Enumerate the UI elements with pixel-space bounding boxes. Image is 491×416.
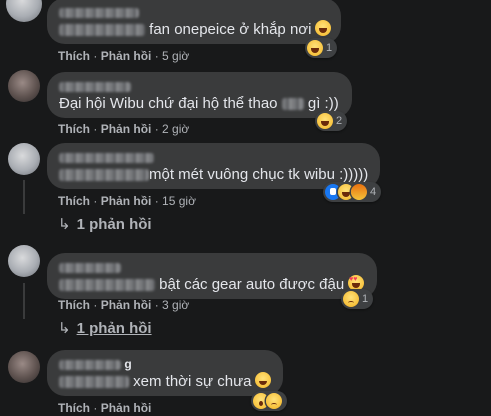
laughing-emoji-icon — [315, 20, 332, 36]
comment-text: xem thời sự chưa — [59, 372, 272, 392]
comment-bubble: Đại hội Wibu chứ đại hộ thể thao gì :)) — [47, 72, 352, 118]
like-link[interactable]: Thích — [58, 49, 90, 63]
comment-text: fan onepeice ở khắp nơi — [59, 20, 332, 40]
reply-link[interactable]: Phản hồi — [101, 298, 152, 312]
comment-author[interactable] — [59, 4, 329, 20]
comment-author[interactable]: g — [59, 356, 271, 372]
reply-arrow-icon: ↳ — [58, 216, 71, 233]
reaction-count: 1 — [326, 42, 333, 54]
avatar[interactable] — [8, 245, 40, 277]
timestamp[interactable]: 15 giờ — [162, 194, 196, 208]
like-link[interactable]: Thích — [58, 298, 90, 312]
comment-text: Đại hội Wibu chứ đại hộ thể thao gì :)) — [59, 95, 339, 112]
timestamp[interactable]: 2 giờ — [162, 122, 189, 136]
reply-link[interactable]: Phản hồi — [101, 49, 152, 63]
like-link[interactable]: Thích — [58, 194, 90, 208]
comment-bubble: g xem thời sự chưa — [47, 350, 283, 396]
reply-arrow-icon: ↳ — [58, 320, 71, 337]
comment-author[interactable] — [59, 149, 368, 165]
reply-link[interactable]: Phản hồi — [101, 194, 152, 208]
reaction-summary[interactable]: 4 — [323, 182, 382, 202]
avatar[interactable] — [8, 143, 40, 175]
comment-actions: Thích · Phản hồi · 15 giờ — [58, 194, 196, 208]
reply-link[interactable]: Phản hồi — [101, 122, 152, 136]
smile-emoji-icon — [255, 372, 272, 388]
comment-actions: Thích · Phản hồi · 5 giờ — [58, 49, 190, 63]
comment-text: bật các gear auto được đậu — [59, 275, 365, 295]
reaction-summary[interactable]: 1 — [341, 289, 374, 309]
thread-line — [23, 180, 25, 214]
view-replies-link[interactable]: ↳ 1 phản hồi — [58, 319, 152, 339]
avatar[interactable] — [8, 351, 40, 383]
comment-actions: Thích · Phản hồi — [58, 401, 152, 415]
reaction-count: 1 — [362, 293, 369, 305]
reaction-count: 4 — [370, 186, 377, 198]
avatar[interactable] — [8, 70, 40, 102]
reaction-summary[interactable] — [251, 391, 287, 411]
reaction-count: 2 — [336, 115, 343, 127]
angry-reaction-icon — [351, 184, 367, 200]
view-replies-link[interactable]: ↳ 1 phản hồi — [58, 215, 152, 235]
timestamp[interactable]: 5 giờ — [162, 49, 189, 63]
sad-reaction-icon — [343, 291, 359, 307]
haha-reaction-icon — [317, 113, 333, 129]
reaction-summary[interactable]: 2 — [315, 111, 348, 131]
timestamp[interactable]: 3 giờ — [162, 298, 189, 312]
haha-reaction-icon — [307, 40, 323, 56]
comment-author[interactable] — [59, 259, 365, 275]
comment-bubble: fan onepeice ở khắp nơi — [47, 0, 341, 44]
comment-author[interactable] — [59, 78, 340, 94]
like-link[interactable]: Thích — [58, 122, 90, 136]
avatar[interactable] — [6, 0, 42, 22]
reply-link[interactable]: Phản hồi — [101, 401, 152, 415]
thread-line — [23, 283, 25, 319]
comment-bubble: bật các gear auto được đậu — [47, 253, 377, 299]
like-link[interactable]: Thích — [58, 401, 90, 415]
reaction-summary[interactable]: 1 — [305, 38, 338, 58]
comment-actions: Thích · Phản hồi · 3 giờ — [58, 298, 190, 312]
comment-text: một mét vuông chục tk wibu :))))) — [59, 165, 368, 185]
comment-actions: Thích · Phản hồi · 2 giờ — [58, 122, 190, 136]
